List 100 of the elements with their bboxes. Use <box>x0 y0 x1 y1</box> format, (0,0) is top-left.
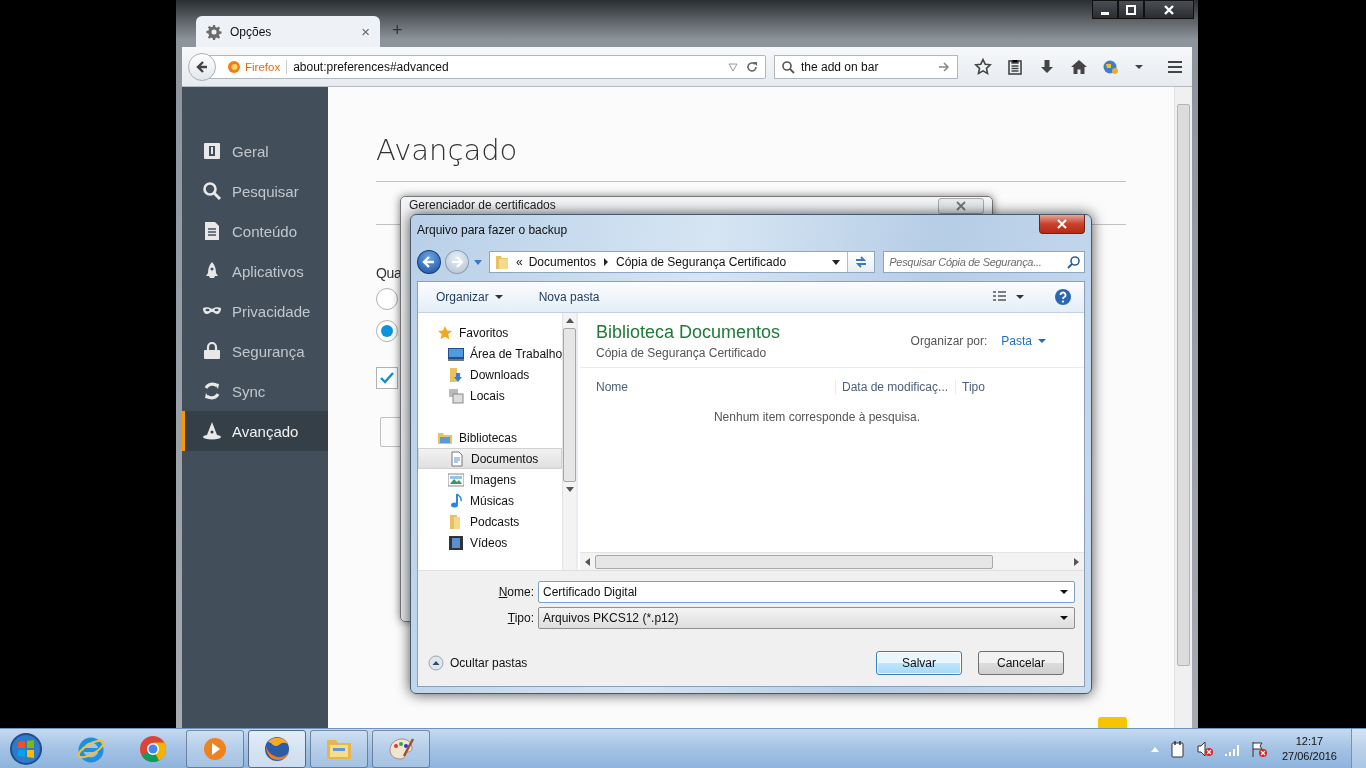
checkbox[interactable] <box>376 367 398 389</box>
volume-muted-icon[interactable] <box>1195 739 1214 758</box>
close-icon <box>1163 3 1175 16</box>
bookmark-star-icon[interactable] <box>974 57 992 76</box>
search-text: the add on bar <box>801 59 880 74</box>
dialog-button[interactable]: Salvar <box>876 651 962 675</box>
tree-item[interactable]: Locais <box>418 385 563 406</box>
help-icon[interactable] <box>1054 288 1072 306</box>
sidebar-item[interactable]: Geral <box>182 131 328 171</box>
dropdown-arrow-icon <box>1060 614 1068 622</box>
back-arrow-icon <box>194 58 210 75</box>
overflow-chevron[interactable]: « <box>515 255 523 269</box>
file-type-dropdown[interactable]: Arquivos PKCS12 (*.p12) <box>538 607 1075 629</box>
sidebar-item[interactable]: Privacidade <box>182 291 328 331</box>
radio-button[interactable] <box>376 320 398 342</box>
field-label: Nome: <box>497 585 535 599</box>
back-button[interactable] <box>417 250 441 274</box>
library-subtitle: Cópia de Segurança Certificado <box>596 346 768 360</box>
address-bar[interactable]: « Documentos Cópia de Segurança Certificado <box>488 251 876 273</box>
back-button[interactable] <box>188 52 216 81</box>
breadcrumb-item[interactable]: Cópia de Segurança Certificado <box>616 255 787 269</box>
dropdown-arrow-icon[interactable] <box>831 257 842 267</box>
search-placeholder: Pesquisar Cópia de Segurança... <box>889 256 1043 268</box>
music-note-icon <box>448 492 464 509</box>
close-button[interactable] <box>1039 215 1085 234</box>
arrange-dropdown[interactable]: Pasta <box>1001 334 1046 348</box>
star-icon <box>437 324 453 341</box>
breadcrumb-item[interactable]: Documentos <box>528 255 596 269</box>
column-header[interactable]: Data de modificaç... <box>836 380 956 394</box>
scrollbar[interactable] <box>580 552 1084 570</box>
recent-pages-caret-icon[interactable] <box>472 257 483 267</box>
toolbar-button[interactable]: Nova pasta <box>538 290 600 304</box>
column-header[interactable]: Tipo <box>956 380 985 394</box>
picture-icon <box>448 471 464 488</box>
tab-title: Opções <box>230 24 273 39</box>
tab-close-button[interactable]: × <box>361 23 370 40</box>
arrange-label: Organizar por: <box>910 334 988 348</box>
clock-time[interactable]: 12:17 <box>1295 733 1324 749</box>
sidebar-item[interactable]: Pesquisar <box>182 171 328 211</box>
back-arrow-icon <box>422 255 436 269</box>
hide-folders-button[interactable]: Ocultar pastas <box>428 655 528 671</box>
sidebar-item[interactable]: Segurança <box>182 331 328 371</box>
tree-item[interactable]: Podcasts <box>418 511 563 532</box>
library-title: Biblioteca Documentos <box>596 322 781 343</box>
scrollbar[interactable] <box>1174 87 1192 728</box>
home-icon[interactable] <box>1070 57 1088 76</box>
page-title: Avançado <box>376 133 519 167</box>
reading-list-icon[interactable] <box>1006 57 1024 76</box>
toolbar-button[interactable]: Organizar <box>436 290 503 304</box>
search-field[interactable]: the add on bar <box>774 54 958 79</box>
caret-icon <box>494 293 503 301</box>
taskbar-button[interactable] <box>248 729 306 768</box>
refresh-button[interactable] <box>847 252 875 272</box>
tree-item[interactable]: Vídeos <box>418 532 563 553</box>
radio-button[interactable] <box>376 288 398 310</box>
scroll-down-icon[interactable] <box>565 487 574 492</box>
separator-arrow-icon[interactable] <box>602 258 610 266</box>
tree-item[interactable]: Área de Trabalho <box>418 343 563 364</box>
sidebar-item[interactable]: Conteúdo <box>182 211 328 251</box>
clock-date[interactable]: 27/06/2016 <box>1281 748 1337 764</box>
tree-item[interactable]: Bibliotecas <box>418 427 563 448</box>
scroll-right-icon[interactable] <box>1074 557 1079 566</box>
taskbar-button[interactable] <box>186 729 244 768</box>
windows-logo-icon <box>9 731 43 766</box>
sidebar-item[interactable]: Avançado <box>182 411 328 451</box>
flag-icon[interactable] <box>1249 739 1268 758</box>
taskbar-button[interactable] <box>310 729 368 768</box>
scroll-left-icon[interactable] <box>585 557 590 566</box>
taskbar-button[interactable] <box>372 729 430 768</box>
tree-item[interactable]: Downloads <box>418 364 563 385</box>
go-arrow-icon[interactable] <box>937 59 951 74</box>
caret-icon[interactable] <box>1016 293 1024 301</box>
close-icon <box>1056 219 1068 229</box>
file-name-field[interactable]: Certificado Digital <box>538 581 1075 603</box>
window-title: Gerenciador de certificados <box>409 198 557 212</box>
power-icon[interactable] <box>1169 739 1186 758</box>
sidebar-item[interactable]: Sync <box>182 371 328 411</box>
monitor-icon <box>448 345 464 362</box>
column-header[interactable]: Nome <box>580 380 836 394</box>
dropdown-arrow-icon <box>1060 588 1068 596</box>
checkmark-icon <box>379 370 395 386</box>
reload-icon[interactable] <box>745 59 759 74</box>
scroll-up-icon[interactable] <box>565 318 574 323</box>
maximize-button[interactable] <box>1118 0 1144 19</box>
close-button[interactable] <box>1144 0 1194 19</box>
search-icon <box>781 59 795 74</box>
folder-icon <box>493 254 510 270</box>
caret-icon <box>1038 337 1046 345</box>
browser-tab[interactable]: Opções × <box>196 16 380 47</box>
tree-item[interactable]: Documentos <box>418 448 563 469</box>
tree-item[interactable]: Favoritos <box>418 322 563 343</box>
tree-item[interactable]: Músicas <box>418 490 563 511</box>
search-field[interactable]: Pesquisar Cópia de Segurança... <box>883 251 1085 273</box>
tree-item[interactable]: Imagens <box>418 469 563 490</box>
dialog-button[interactable]: Cancelar <box>978 651 1064 675</box>
sidebar-item[interactable]: Aplicativos <box>182 251 328 291</box>
empty-message: Nenhum item corresponde à pesquisa. <box>712 410 922 424</box>
minimize-button[interactable] <box>1092 0 1118 19</box>
scrollbar[interactable] <box>562 313 577 570</box>
download-folder-icon <box>448 366 464 383</box>
